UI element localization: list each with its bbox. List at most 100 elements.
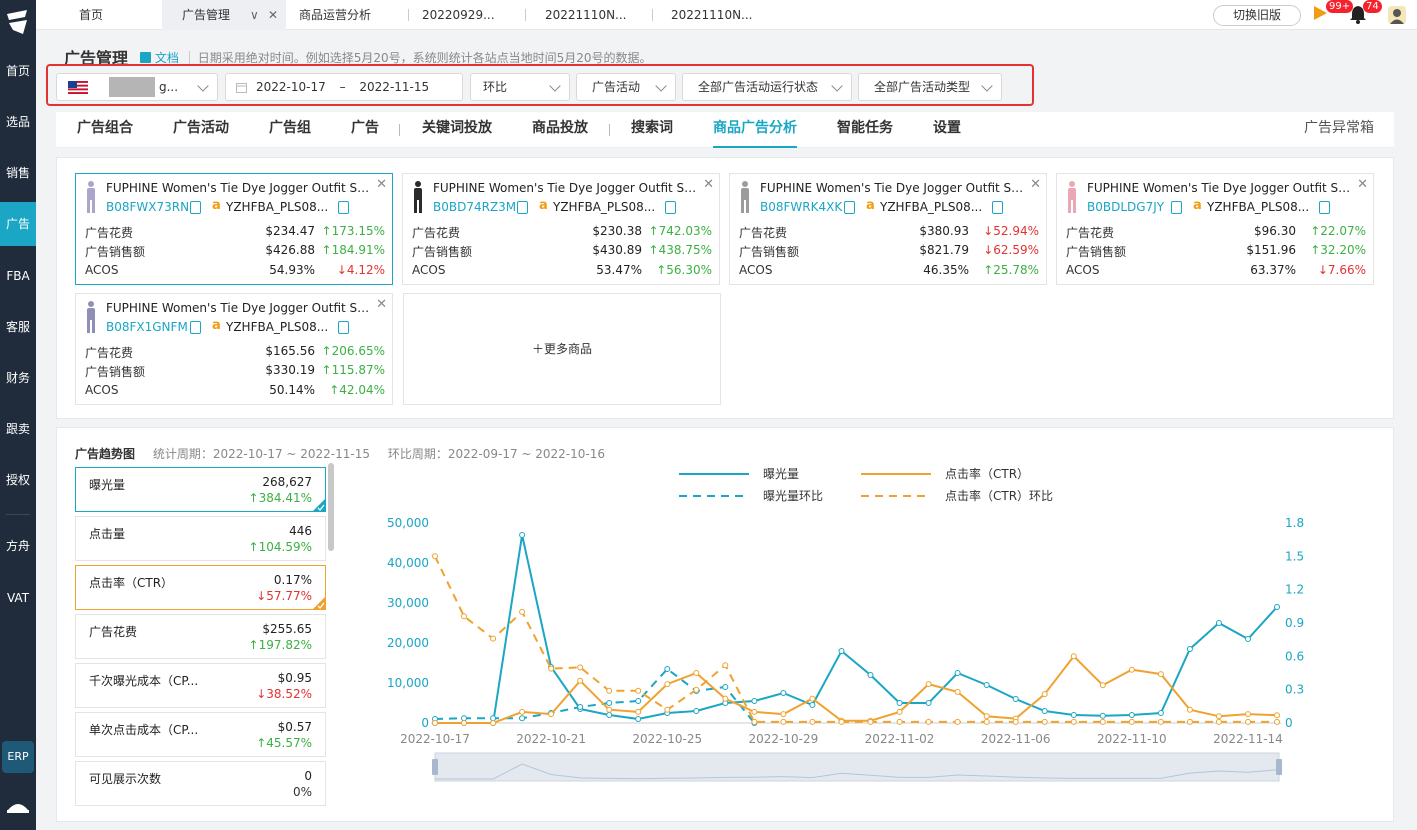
- chevron-down-icon[interactable]: ∨: [250, 0, 259, 30]
- product-asin[interactable]: B08FWRK4XK: [760, 200, 842, 214]
- data-point[interactable]: [1070, 718, 1077, 725]
- close-icon[interactable]: ✕: [703, 177, 714, 192]
- data-point[interactable]: [1012, 696, 1019, 702]
- product-card[interactable]: FUPHINE Women's Tie Dye Jogger Outfit Sw…: [75, 173, 393, 285]
- subtab-ad[interactable]: 广告: [351, 112, 379, 148]
- data-point[interactable]: [693, 686, 700, 693]
- data-point[interactable]: [548, 711, 555, 718]
- data-point[interactable]: [1245, 636, 1251, 642]
- data-point[interactable]: [983, 718, 990, 725]
- subtab-campaign[interactable]: 广告活动: [173, 112, 229, 148]
- data-point[interactable]: [867, 672, 874, 678]
- metric-card[interactable]: 点击量 446 ↑104.59%: [75, 516, 326, 561]
- data-point[interactable]: [1099, 682, 1106, 689]
- data-point[interactable]: [664, 681, 671, 688]
- data-point[interactable]: [577, 677, 584, 684]
- legend-label[interactable]: 曝光量环比: [763, 489, 823, 503]
- data-point[interactable]: [1274, 604, 1280, 610]
- sidebar-item-selection[interactable]: 选品: [0, 100, 36, 144]
- data-point[interactable]: [461, 715, 467, 722]
- data-point[interactable]: [606, 706, 613, 713]
- subtab-portfolio[interactable]: 广告组合: [77, 112, 133, 148]
- doc-link[interactable]: 文档: [139, 51, 179, 65]
- campaign-type-select[interactable]: 全部广告活动类型: [858, 73, 1002, 101]
- metric-card[interactable]: 曝光量 268,627 ↑384.41%: [75, 467, 326, 512]
- product-asin[interactable]: B0BDLDG7JY: [1087, 200, 1164, 214]
- zoom-handle-right[interactable]: [1276, 759, 1282, 775]
- legend-label[interactable]: 点击率（CTR）: [945, 466, 1029, 481]
- data-point[interactable]: [490, 720, 497, 726]
- product-card[interactable]: FUPHINE Women's Tie Dye Jogger Outfit Sw…: [1056, 173, 1374, 285]
- data-point[interactable]: [548, 665, 555, 672]
- metric-card[interactable]: 点击率（CTR） 0.17% ↓57.77%: [75, 565, 326, 610]
- hat-icon[interactable]: [6, 798, 30, 816]
- data-point[interactable]: [809, 702, 816, 708]
- campaign-select[interactable]: 广告活动: [576, 73, 676, 101]
- data-point[interactable]: [867, 718, 874, 725]
- product-asin[interactable]: B08FX1GNFM: [106, 320, 188, 334]
- data-point[interactable]: [1157, 710, 1164, 716]
- legend-label[interactable]: 曝光量: [763, 467, 799, 481]
- copy-icon[interactable]: [1319, 201, 1330, 214]
- tab-report-2[interactable]: 20221110N...: [525, 0, 653, 30]
- close-icon[interactable]: ✕: [1357, 177, 1368, 192]
- data-point[interactable]: [1041, 718, 1048, 725]
- data-point[interactable]: [780, 718, 787, 725]
- data-point[interactable]: [1215, 620, 1222, 626]
- data-point[interactable]: [896, 708, 903, 715]
- data-point[interactable]: [925, 681, 932, 688]
- subtab-keyword-targeting[interactable]: 关键词投放: [422, 112, 492, 148]
- metric-card[interactable]: 千次曝光成本（CP... $0.95 ↓38.52%: [75, 663, 326, 708]
- tab-ad-management[interactable]: 广告管理 ∨ ✕: [162, 0, 286, 30]
- tab-report-3[interactable]: 20221110N...: [651, 0, 779, 30]
- data-point[interactable]: [954, 688, 961, 695]
- data-point[interactable]: [925, 700, 932, 706]
- product-asin[interactable]: B08FWX73RN: [106, 200, 189, 214]
- data-point[interactable]: [751, 718, 758, 725]
- store-select[interactable]: g...: [56, 73, 218, 101]
- data-point[interactable]: [896, 700, 903, 706]
- tab-report-1[interactable]: 20220929...: [402, 0, 526, 30]
- data-point[interactable]: [519, 608, 526, 615]
- data-point[interactable]: [780, 711, 787, 718]
- sidebar-item-ads[interactable]: 广告: [0, 202, 36, 246]
- copy-icon[interactable]: [844, 201, 855, 214]
- data-point[interactable]: [983, 713, 990, 720]
- zoom-handle-left[interactable]: [432, 759, 438, 775]
- copy-icon[interactable]: [338, 201, 349, 214]
- product-asin[interactable]: B0BD74RZ3M: [433, 200, 516, 214]
- data-point[interactable]: [1099, 718, 1106, 725]
- product-card[interactable]: FUPHINE Women's Tie Dye Jogger Outfit Sw…: [729, 173, 1047, 285]
- subtab-smart-tasks[interactable]: 智能任务: [837, 112, 893, 148]
- compare-select[interactable]: 环比: [470, 73, 570, 101]
- sidebar-item-home[interactable]: 首页: [0, 49, 36, 93]
- data-point[interactable]: [722, 662, 729, 669]
- data-point[interactable]: [432, 553, 438, 560]
- data-point[interactable]: [954, 670, 961, 676]
- data-point[interactable]: [751, 698, 758, 704]
- user-avatar[interactable]: [1388, 6, 1406, 24]
- app-logo-icon[interactable]: [3, 8, 33, 36]
- tab-product-ops[interactable]: 商品运营分析: [279, 0, 409, 30]
- data-point[interactable]: [1070, 653, 1077, 660]
- data-point[interactable]: [1186, 718, 1193, 725]
- data-point[interactable]: [1245, 718, 1251, 725]
- data-point[interactable]: [722, 695, 729, 702]
- close-icon[interactable]: ✕: [268, 0, 278, 30]
- data-point[interactable]: [1128, 718, 1135, 725]
- metric-card[interactable]: 广告花费 $255.65 ↑197.82%: [75, 614, 326, 659]
- data-point[interactable]: [577, 664, 584, 671]
- data-point[interactable]: [1215, 713, 1222, 720]
- data-point[interactable]: [1215, 718, 1222, 725]
- copy-icon[interactable]: [517, 201, 528, 214]
- data-point[interactable]: [1041, 708, 1048, 714]
- data-point[interactable]: [519, 532, 526, 538]
- data-point[interactable]: [809, 718, 816, 725]
- sidebar-item-service[interactable]: 客服: [0, 305, 36, 349]
- data-point[interactable]: [954, 718, 961, 725]
- data-point[interactable]: [606, 712, 613, 718]
- data-point[interactable]: [577, 704, 584, 710]
- data-point[interactable]: [606, 700, 613, 706]
- data-point[interactable]: [1128, 666, 1135, 673]
- switch-old-version-button[interactable]: 切换旧版: [1213, 5, 1301, 26]
